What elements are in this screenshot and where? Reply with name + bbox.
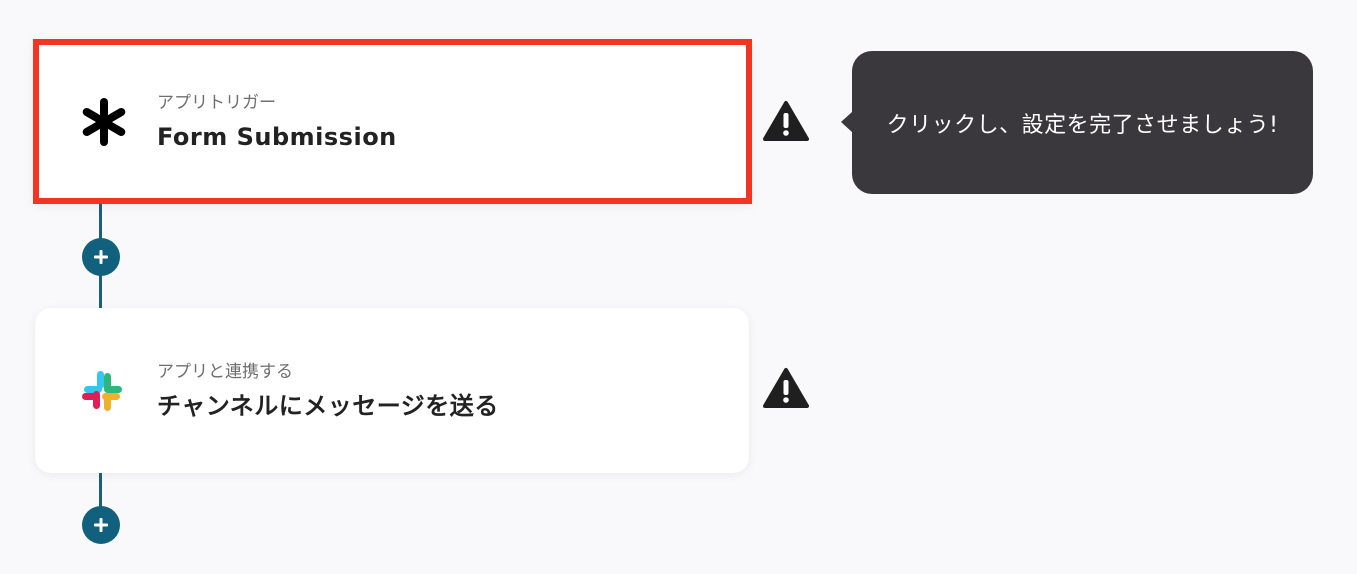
warning-icon[interactable] xyxy=(763,367,809,409)
plus-icon xyxy=(94,250,108,264)
add-step-button[interactable] xyxy=(82,506,120,544)
warning-icon[interactable] xyxy=(763,100,809,142)
plus-icon xyxy=(94,518,108,532)
step-type-label: アプリと連携する xyxy=(157,361,293,382)
step-title: Form Submission xyxy=(157,122,397,151)
trigger-step-card[interactable]: アプリトリガー Form Submission xyxy=(33,39,752,204)
step-type-label: アプリトリガー xyxy=(157,92,276,113)
step-title: チャンネルにメッセージを送る xyxy=(157,391,499,420)
add-step-button[interactable] xyxy=(82,238,120,276)
setup-tooltip: クリックし、設定を完了させましょう! xyxy=(841,51,1313,194)
slack-icon xyxy=(77,366,127,416)
action-step-card[interactable]: アプリと連携する チャンネルにメッセージを送る xyxy=(35,308,749,473)
tooltip-text: クリックし、設定を完了させましょう! xyxy=(886,112,1279,138)
asterisk-icon xyxy=(79,97,129,147)
